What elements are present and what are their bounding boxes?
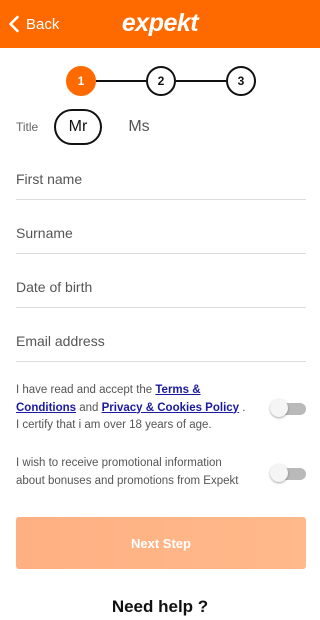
date-of-birth-input[interactable] xyxy=(16,268,306,306)
step-1: 1 xyxy=(66,66,96,96)
first-name-input[interactable] xyxy=(16,160,306,198)
terms-consent: I have read and accept the Terms & Condi… xyxy=(16,382,306,435)
promo-consent-text: I wish to receive promotional informatio… xyxy=(16,457,239,487)
title-selector: Title Mr Ms xyxy=(16,108,306,146)
promo-toggle[interactable] xyxy=(270,464,306,482)
step-3: 3 xyxy=(226,66,256,96)
brand-logo: expekt xyxy=(121,9,199,37)
surname-input[interactable] xyxy=(16,214,306,252)
title-label: Title xyxy=(16,120,39,134)
title-option-ms[interactable]: Ms xyxy=(115,109,163,145)
email-field xyxy=(16,322,306,362)
first-name-field xyxy=(16,160,306,200)
stepper-connector xyxy=(96,80,146,82)
progress-stepper: 1 2 3 xyxy=(66,66,256,96)
app-header: Back expekt xyxy=(0,0,320,48)
step-2: 2 xyxy=(146,66,176,96)
terms-consent-text: I have read and accept the Terms & Condi… xyxy=(16,384,246,431)
surname-field xyxy=(16,214,306,254)
terms-toggle[interactable] xyxy=(270,399,306,417)
stepper-connector xyxy=(176,80,226,82)
date-of-birth-field xyxy=(16,268,306,308)
privacy-policy-link[interactable]: Privacy & Cookies Policy xyxy=(102,402,239,414)
need-help-heading[interactable]: Need help ? xyxy=(0,597,320,617)
email-input[interactable] xyxy=(16,322,306,360)
next-step-button[interactable]: Next Step xyxy=(16,517,306,569)
title-option-mr[interactable]: Mr xyxy=(54,109,102,145)
promo-consent: I wish to receive promotional informatio… xyxy=(16,455,306,490)
